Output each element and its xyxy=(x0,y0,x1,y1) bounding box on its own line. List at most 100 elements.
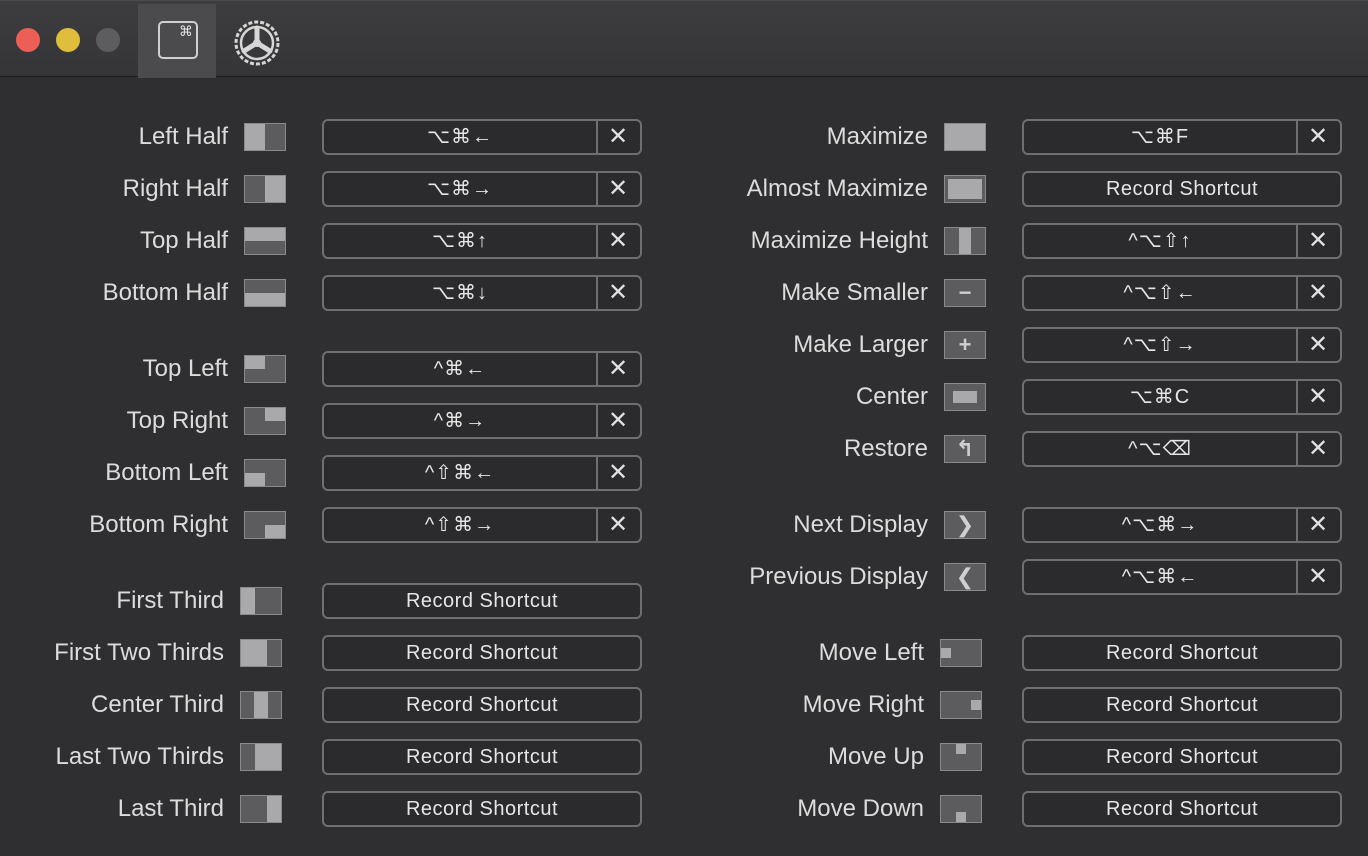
shortcut-keys[interactable]: ⌥⌘↓ xyxy=(324,277,598,309)
shortcut-keys[interactable]: ^⌘← xyxy=(324,353,598,385)
clear-shortcut-button[interactable]: ✕ xyxy=(1296,509,1340,541)
previous-display-icon: ❮ xyxy=(944,563,986,591)
right-half-icon xyxy=(244,175,286,203)
shortcut-label: Almost Maximize xyxy=(746,175,928,202)
clear-shortcut-button[interactable]: ✕ xyxy=(596,225,640,257)
shortcut-keys[interactable]: ⌥⌘C xyxy=(1024,381,1298,413)
zoom-window-button[interactable] xyxy=(96,28,120,52)
next-display-icon: ❯ xyxy=(944,511,986,539)
shortcut-recorder-move-left[interactable]: Record Shortcut xyxy=(1022,635,1342,671)
record-shortcut-placeholder[interactable]: Record Shortcut xyxy=(324,585,640,617)
clear-shortcut-button[interactable]: ✕ xyxy=(596,405,640,437)
shortcut-label: Top Right xyxy=(126,407,228,434)
shortcut-recorder-bottom-half[interactable]: ⌥⌘↓ ✕ xyxy=(322,275,642,311)
clear-shortcut-button[interactable]: ✕ xyxy=(596,121,640,153)
shortcut-keys[interactable]: ^⌘→ xyxy=(324,405,598,437)
tab-keyboard-shortcuts[interactable]: ⌘ xyxy=(138,4,216,78)
shortcut-recorder-top-half[interactable]: ⌥⌘↑ ✕ xyxy=(322,223,642,259)
move-left-icon xyxy=(940,639,982,667)
shortcut-label: Bottom Left xyxy=(105,459,228,486)
minimize-window-button[interactable] xyxy=(56,28,80,52)
move-down-icon xyxy=(940,795,982,823)
shortcut-recorder-make-larger[interactable]: ^⌥⇧→ ✕ xyxy=(1022,327,1342,363)
shortcut-label: Top Half xyxy=(139,227,228,254)
record-shortcut-placeholder[interactable]: Record Shortcut xyxy=(324,637,640,669)
shortcut-recorder-first-two-thirds[interactable]: Record Shortcut xyxy=(322,635,642,671)
clear-shortcut-button[interactable]: ✕ xyxy=(596,457,640,489)
shortcut-keys[interactable]: ^⌥⌘→ xyxy=(1024,509,1298,541)
close-window-button[interactable] xyxy=(16,28,40,52)
clear-shortcut-button[interactable]: ✕ xyxy=(596,353,640,385)
shortcut-label: Restore xyxy=(843,435,928,462)
maximize-height-icon xyxy=(944,227,986,255)
record-shortcut-placeholder[interactable]: Record Shortcut xyxy=(1024,637,1340,669)
shortcut-keys[interactable]: ⌥⌘→ xyxy=(324,173,598,205)
shortcut-label: Top Left xyxy=(142,355,228,382)
clear-shortcut-button[interactable]: ✕ xyxy=(596,173,640,205)
clear-shortcut-button[interactable]: ✕ xyxy=(1296,225,1340,257)
keyboard-shortcuts-icon: ⌘ xyxy=(158,21,198,59)
top-half-icon xyxy=(244,227,286,255)
shortcut-keys[interactable]: ^⌥⇧← xyxy=(1024,277,1298,309)
shortcut-recorder-left-half[interactable]: ⌥⌘← ✕ xyxy=(322,119,642,155)
shortcut-keys[interactable]: ⌥⌘↑ xyxy=(324,225,598,257)
shortcut-recorder-restore[interactable]: ^⌥⌫ ✕ xyxy=(1022,431,1342,467)
move-right-icon xyxy=(940,691,982,719)
record-shortcut-placeholder[interactable]: Record Shortcut xyxy=(1024,741,1340,773)
shortcut-recorder-center[interactable]: ⌥⌘C ✕ xyxy=(1022,379,1342,415)
shortcut-label: Move Down xyxy=(797,795,924,822)
record-shortcut-placeholder[interactable]: Record Shortcut xyxy=(1024,173,1340,205)
clear-shortcut-button[interactable]: ✕ xyxy=(1296,277,1340,309)
tab-settings[interactable] xyxy=(218,4,296,78)
shortcut-recorder-make-smaller[interactable]: ^⌥⇧← ✕ xyxy=(1022,275,1342,311)
shortcut-recorder-almost-maximize[interactable]: Record Shortcut xyxy=(1022,171,1342,207)
record-shortcut-placeholder[interactable]: Record Shortcut xyxy=(1024,689,1340,721)
left-half-icon xyxy=(244,123,286,151)
shortcut-label: Bottom Right xyxy=(89,511,228,538)
shortcut-keys[interactable]: ⌥⌘F xyxy=(1024,121,1298,153)
record-shortcut-placeholder[interactable]: Record Shortcut xyxy=(324,689,640,721)
shortcut-recorder-next-display[interactable]: ^⌥⌘→ ✕ xyxy=(1022,507,1342,543)
shortcut-recorder-last-two-thirds[interactable]: Record Shortcut xyxy=(322,739,642,775)
shortcut-keys[interactable]: ⌥⌘← xyxy=(324,121,598,153)
center-third-icon xyxy=(240,691,282,719)
shortcut-recorder-bottom-left[interactable]: ^⇧⌘← ✕ xyxy=(322,455,642,491)
record-shortcut-placeholder[interactable]: Record Shortcut xyxy=(324,741,640,773)
shortcut-keys[interactable]: ^⌥⇧→ xyxy=(1024,329,1298,361)
shortcut-keys[interactable]: ^⇧⌘← xyxy=(324,457,598,489)
shortcut-recorder-move-down[interactable]: Record Shortcut xyxy=(1022,791,1342,827)
shortcut-recorder-right-half[interactable]: ⌥⌘→ ✕ xyxy=(322,171,642,207)
shortcut-recorder-move-up[interactable]: Record Shortcut xyxy=(1022,739,1342,775)
maximize-icon xyxy=(944,123,986,151)
record-shortcut-placeholder[interactable]: Record Shortcut xyxy=(324,793,640,825)
clear-shortcut-button[interactable]: ✕ xyxy=(1296,329,1340,361)
shortcut-recorder-top-left[interactable]: ^⌘← ✕ xyxy=(322,351,642,387)
shortcut-recorder-bottom-right[interactable]: ^⇧⌘→ ✕ xyxy=(322,507,642,543)
clear-shortcut-button[interactable]: ✕ xyxy=(1296,381,1340,413)
shortcut-recorder-previous-display[interactable]: ^⌥⌘← ✕ xyxy=(1022,559,1342,595)
shortcut-keys[interactable]: ^⇧⌘→ xyxy=(324,509,598,541)
shortcut-recorder-first-third[interactable]: Record Shortcut xyxy=(322,583,642,619)
shortcut-recorder-maximize-height[interactable]: ^⌥⇧↑ ✕ xyxy=(1022,223,1342,259)
almost-maximize-icon xyxy=(944,175,986,203)
shortcut-keys[interactable]: ^⌥⇧↑ xyxy=(1024,225,1298,257)
gear-icon xyxy=(234,20,280,66)
clear-shortcut-button[interactable]: ✕ xyxy=(1296,561,1340,593)
shortcut-recorder-last-third[interactable]: Record Shortcut xyxy=(322,791,642,827)
shortcut-label: Last Two Thirds xyxy=(55,743,224,770)
clear-shortcut-button[interactable]: ✕ xyxy=(596,277,640,309)
clear-shortcut-button[interactable]: ✕ xyxy=(1296,433,1340,465)
shortcut-recorder-move-right[interactable]: Record Shortcut xyxy=(1022,687,1342,723)
clear-shortcut-button[interactable]: ✕ xyxy=(596,509,640,541)
make-smaller-icon: − xyxy=(944,279,986,307)
shortcut-recorder-maximize[interactable]: ⌥⌘F ✕ xyxy=(1022,119,1342,155)
shortcut-keys[interactable]: ^⌥⌘← xyxy=(1024,561,1298,593)
shortcut-label: First Third xyxy=(116,587,224,614)
last-third-icon xyxy=(240,795,282,823)
record-shortcut-placeholder[interactable]: Record Shortcut xyxy=(1024,793,1340,825)
shortcut-recorder-top-right[interactable]: ^⌘→ ✕ xyxy=(322,403,642,439)
shortcut-keys[interactable]: ^⌥⌫ xyxy=(1024,433,1298,465)
clear-shortcut-button[interactable]: ✕ xyxy=(1296,121,1340,153)
shortcut-label: Make Smaller xyxy=(781,279,928,306)
shortcut-recorder-center-third[interactable]: Record Shortcut xyxy=(322,687,642,723)
